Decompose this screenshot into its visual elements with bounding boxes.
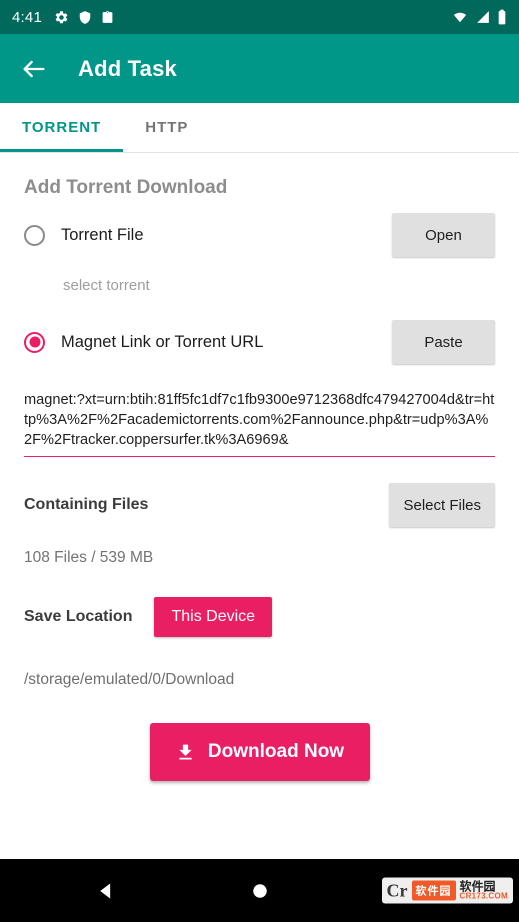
magnet-input-value: magnet:?xt=urn:btih:81ff5fc1df7c1fb9300e… bbox=[24, 392, 495, 448]
nav-back-triangle-icon[interactable] bbox=[96, 881, 116, 901]
save-location-row: Save Location This Device bbox=[24, 597, 495, 637]
containing-files-row: Containing Files Select Files bbox=[24, 483, 495, 527]
paste-button[interactable]: Paste bbox=[392, 320, 495, 364]
arrow-left-icon[interactable] bbox=[20, 55, 48, 83]
torrent-file-radio[interactable] bbox=[24, 224, 45, 246]
download-now-label: Download Now bbox=[207, 741, 345, 762]
page-title: Add Task bbox=[78, 55, 177, 81]
download-button-wrap: Download Now bbox=[24, 723, 495, 781]
magnet-radio[interactable] bbox=[24, 331, 45, 353]
containing-files-label: Containing Files bbox=[24, 496, 149, 513]
magnet-radio-group[interactable]: Magnet Link or Torrent URL bbox=[24, 331, 392, 353]
battery-icon bbox=[497, 9, 507, 25]
open-button[interactable]: Open bbox=[392, 213, 495, 257]
magnet-input[interactable]: magnet:?xt=urn:btih:81ff5fc1df7c1fb9300e… bbox=[24, 390, 495, 457]
watermark-text: 软件园 CR173.COM bbox=[460, 880, 509, 901]
files-summary: 108 Files / 539 MB bbox=[24, 549, 154, 566]
torrent-file-radio-group[interactable]: Torrent File bbox=[24, 224, 392, 246]
this-device-button[interactable]: This Device bbox=[154, 597, 273, 637]
select-files-button[interactable]: Select Files bbox=[389, 483, 495, 527]
save-location-label: Save Location bbox=[24, 608, 133, 625]
magnet-label: Magnet Link or Torrent URL bbox=[61, 332, 264, 351]
app-screen: 4:41 Add Task TORRENT HTTP Add Torrent D… bbox=[0, 0, 519, 922]
shield-icon bbox=[78, 10, 92, 25]
watermark-badge: 软件园 bbox=[411, 880, 456, 901]
select-torrent-hint: select torrent bbox=[63, 277, 150, 294]
watermark-cr: Cr bbox=[386, 880, 408, 901]
gear-icon bbox=[54, 10, 69, 25]
download-now-button[interactable]: Download Now bbox=[149, 723, 370, 781]
tab-http[interactable]: HTTP bbox=[123, 103, 210, 152]
tab-torrent[interactable]: TORRENT bbox=[0, 103, 124, 152]
nav-home-circle-icon[interactable] bbox=[251, 882, 269, 900]
status-clock: 4:41 bbox=[12, 8, 42, 26]
section-title: Add Torrent Download bbox=[24, 177, 228, 198]
torrent-file-label: Torrent File bbox=[61, 225, 144, 244]
clipboard-icon bbox=[101, 10, 114, 25]
torrent-file-row: Torrent File Open bbox=[24, 209, 495, 261]
save-path-text: /storage/emulated/0/Download bbox=[24, 671, 235, 688]
app-bar: Add Task bbox=[0, 34, 519, 103]
tab-bar: TORRENT HTTP bbox=[0, 103, 519, 153]
system-nav-bar: Cr 软件园 软件园 CR173.COM bbox=[0, 859, 519, 922]
wifi-icon bbox=[451, 10, 469, 24]
download-icon bbox=[175, 742, 196, 763]
site-watermark: Cr 软件园 软件园 CR173.COM bbox=[381, 877, 513, 904]
watermark-line1: 软件园 bbox=[459, 879, 496, 894]
status-bar: 4:41 bbox=[0, 0, 519, 34]
watermark-line2: CR173.COM bbox=[459, 891, 508, 901]
status-right-icons bbox=[451, 9, 507, 25]
magnet-link-row: Magnet Link or Torrent URL Paste bbox=[24, 316, 495, 368]
main-content: Add Torrent Download Torrent File Open s… bbox=[0, 177, 519, 781]
status-left-icons bbox=[54, 10, 114, 25]
signal-icon bbox=[475, 10, 491, 24]
